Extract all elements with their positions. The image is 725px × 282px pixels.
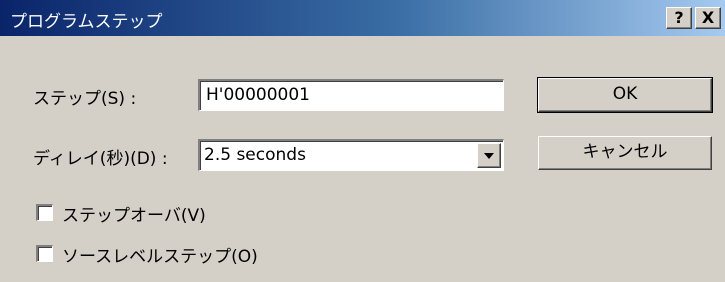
close-button[interactable]: X (695, 7, 721, 29)
step-over-checkbox[interactable] (36, 204, 53, 221)
step-input[interactable]: H'00000001 (198, 79, 504, 111)
source-level-step-checkbox[interactable] (36, 245, 53, 262)
step-label: ステップ(S) : (33, 89, 137, 109)
cancel-button[interactable]: キャンセル (538, 136, 712, 170)
ok-button[interactable]: OK (537, 77, 713, 113)
delay-dropdown[interactable]: 2.5 seconds (198, 139, 504, 171)
step-over-label[interactable]: ステップオーバ(V) (62, 201, 206, 226)
title-bar[interactable]: プログラムステップ ? X (0, 0, 725, 36)
delay-label: ディレイ(秒)(D) : (33, 149, 168, 169)
source-level-step-label[interactable]: ソースレベルステップ(O) (62, 242, 258, 267)
chevron-down-icon[interactable] (477, 143, 501, 168)
delay-value: 2.5 seconds (204, 145, 306, 165)
help-button[interactable]: ? (666, 7, 692, 29)
window-title: プログラムステップ (10, 12, 163, 32)
